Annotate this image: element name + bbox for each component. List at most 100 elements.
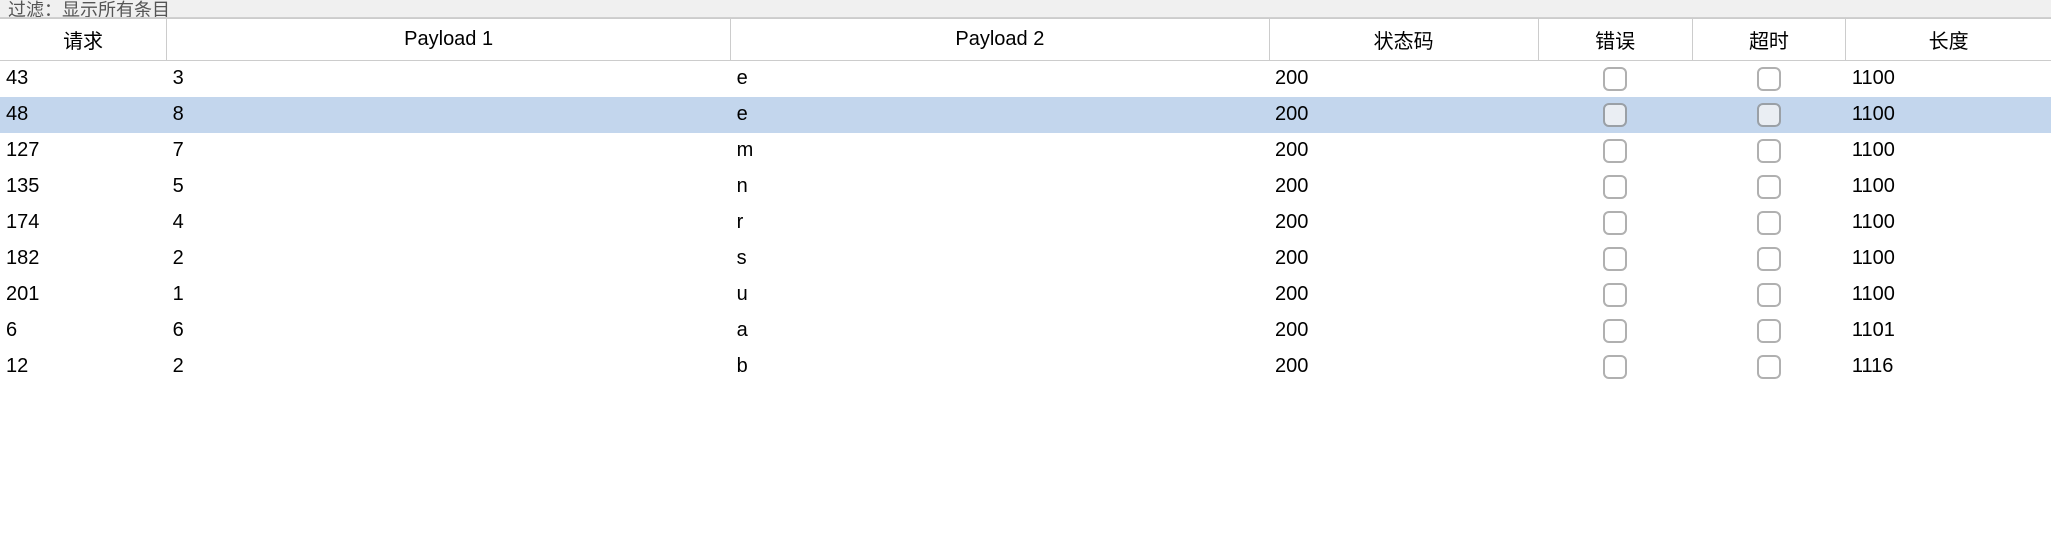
error-checkbox[interactable] xyxy=(1603,355,1627,379)
cell-status: 200 xyxy=(1269,61,1538,97)
cell-request: 6 xyxy=(0,313,167,349)
cell-timeout xyxy=(1692,133,1846,169)
cell-status: 200 xyxy=(1269,205,1538,241)
table-row[interactable]: 1277m200 1100 xyxy=(0,133,2051,169)
cell-timeout xyxy=(1692,241,1846,277)
error-checkbox[interactable] xyxy=(1603,247,1627,271)
column-header-payload2[interactable]: Payload 2 xyxy=(731,19,1269,61)
cell-payload1: 5 xyxy=(167,169,731,205)
cell-timeout xyxy=(1692,349,1846,385)
cell-status: 200 xyxy=(1269,97,1538,133)
cell-request: 127 xyxy=(0,133,167,169)
cell-timeout xyxy=(1692,169,1846,205)
timeout-checkbox[interactable] xyxy=(1757,175,1781,199)
cell-error xyxy=(1538,61,1692,97)
cell-length: 1100 xyxy=(1846,277,2051,313)
timeout-checkbox[interactable] xyxy=(1757,247,1781,271)
cell-payload1: 2 xyxy=(167,349,731,385)
cell-payload1: 3 xyxy=(167,61,731,97)
cell-error xyxy=(1538,313,1692,349)
cell-timeout xyxy=(1692,205,1846,241)
timeout-checkbox[interactable] xyxy=(1757,283,1781,307)
cell-payload1: 1 xyxy=(167,277,731,313)
cell-payload2: u xyxy=(731,277,1269,313)
filter-toolbar[interactable]: 过滤：显示所有条目 xyxy=(0,0,2051,18)
cell-length: 1101 xyxy=(1846,313,2051,349)
cell-timeout xyxy=(1692,277,1846,313)
column-header-error[interactable]: 错误 xyxy=(1538,19,1692,61)
cell-status: 200 xyxy=(1269,133,1538,169)
timeout-checkbox[interactable] xyxy=(1757,211,1781,235)
column-header-request[interactable]: 请求 xyxy=(0,19,167,61)
error-checkbox[interactable] xyxy=(1603,319,1627,343)
cell-payload1: 4 xyxy=(167,205,731,241)
cell-timeout xyxy=(1692,313,1846,349)
table-row[interactable]: 1355n2001100 xyxy=(0,169,2051,205)
cell-payload1: 2 xyxy=(167,241,731,277)
results-table: 请求 Payload 1 Payload 2 状态码 错误 超时 长度 433e… xyxy=(0,18,2051,385)
cell-status: 200 xyxy=(1269,241,1538,277)
cell-length: 1116 xyxy=(1846,349,2051,385)
cell-payload2: m xyxy=(731,133,1269,169)
cell-payload2: b xyxy=(731,349,1269,385)
cell-length: 1100 xyxy=(1846,97,2051,133)
cell-error xyxy=(1538,97,1692,133)
filter-label: 过滤：显示所有条目 xyxy=(8,0,170,18)
cell-length: 1100 xyxy=(1846,205,2051,241)
table-row[interactable]: 1822s200 1100 xyxy=(0,241,2051,277)
cell-status: 200 xyxy=(1269,313,1538,349)
cell-payload2: a xyxy=(731,313,1269,349)
timeout-checkbox[interactable] xyxy=(1757,319,1781,343)
error-checkbox[interactable] xyxy=(1603,283,1627,307)
table-row[interactable]: 66a2001101 xyxy=(0,313,2051,349)
timeout-checkbox[interactable] xyxy=(1757,67,1781,91)
cell-request: 12 xyxy=(0,349,167,385)
table-row[interactable]: 433e200 1100 xyxy=(0,61,2051,97)
cell-status: 200 xyxy=(1269,277,1538,313)
cell-payload2: s xyxy=(731,241,1269,277)
cell-length: 1100 xyxy=(1846,133,2051,169)
error-checkbox[interactable] xyxy=(1603,139,1627,163)
cell-length: 1100 xyxy=(1846,241,2051,277)
cell-request: 135 xyxy=(0,169,167,205)
table-row[interactable]: 122b2001116 xyxy=(0,349,2051,385)
cell-payload1: 8 xyxy=(167,97,731,133)
cell-timeout xyxy=(1692,61,1846,97)
cell-error xyxy=(1538,241,1692,277)
cell-timeout xyxy=(1692,97,1846,133)
cell-error xyxy=(1538,133,1692,169)
cell-payload2: e xyxy=(731,61,1269,97)
column-header-payload1[interactable]: Payload 1 xyxy=(167,19,731,61)
table-row[interactable]: 488e200 1100 xyxy=(0,97,2051,133)
timeout-checkbox[interactable] xyxy=(1757,355,1781,379)
cell-payload1: 6 xyxy=(167,313,731,349)
cell-payload1: 7 xyxy=(167,133,731,169)
cell-request: 43 xyxy=(0,61,167,97)
table-row[interactable]: 1744r200 1100 xyxy=(0,205,2051,241)
cell-error xyxy=(1538,169,1692,205)
error-checkbox[interactable] xyxy=(1603,67,1627,91)
timeout-checkbox[interactable] xyxy=(1757,139,1781,163)
cell-error xyxy=(1538,349,1692,385)
cell-request: 48 xyxy=(0,97,167,133)
cell-error xyxy=(1538,277,1692,313)
error-checkbox[interactable] xyxy=(1603,103,1627,127)
cell-error xyxy=(1538,205,1692,241)
cell-request: 182 xyxy=(0,241,167,277)
cell-status: 200 xyxy=(1269,169,1538,205)
error-checkbox[interactable] xyxy=(1603,211,1627,235)
cell-length: 1100 xyxy=(1846,61,2051,97)
table-header-row: 请求 Payload 1 Payload 2 状态码 错误 超时 长度 xyxy=(0,19,2051,61)
cell-request: 201 xyxy=(0,277,167,313)
cell-payload2: n xyxy=(731,169,1269,205)
column-header-timeout[interactable]: 超时 xyxy=(1692,19,1846,61)
cell-payload2: r xyxy=(731,205,1269,241)
error-checkbox[interactable] xyxy=(1603,175,1627,199)
table-row[interactable]: 2011u200 1100 xyxy=(0,277,2051,313)
cell-payload2: e xyxy=(731,97,1269,133)
results-table-container: 请求 Payload 1 Payload 2 状态码 错误 超时 长度 433e… xyxy=(0,18,2051,385)
timeout-checkbox[interactable] xyxy=(1757,103,1781,127)
cell-request: 174 xyxy=(0,205,167,241)
column-header-status[interactable]: 状态码 xyxy=(1269,19,1538,61)
column-header-length[interactable]: 长度 xyxy=(1846,19,2051,61)
